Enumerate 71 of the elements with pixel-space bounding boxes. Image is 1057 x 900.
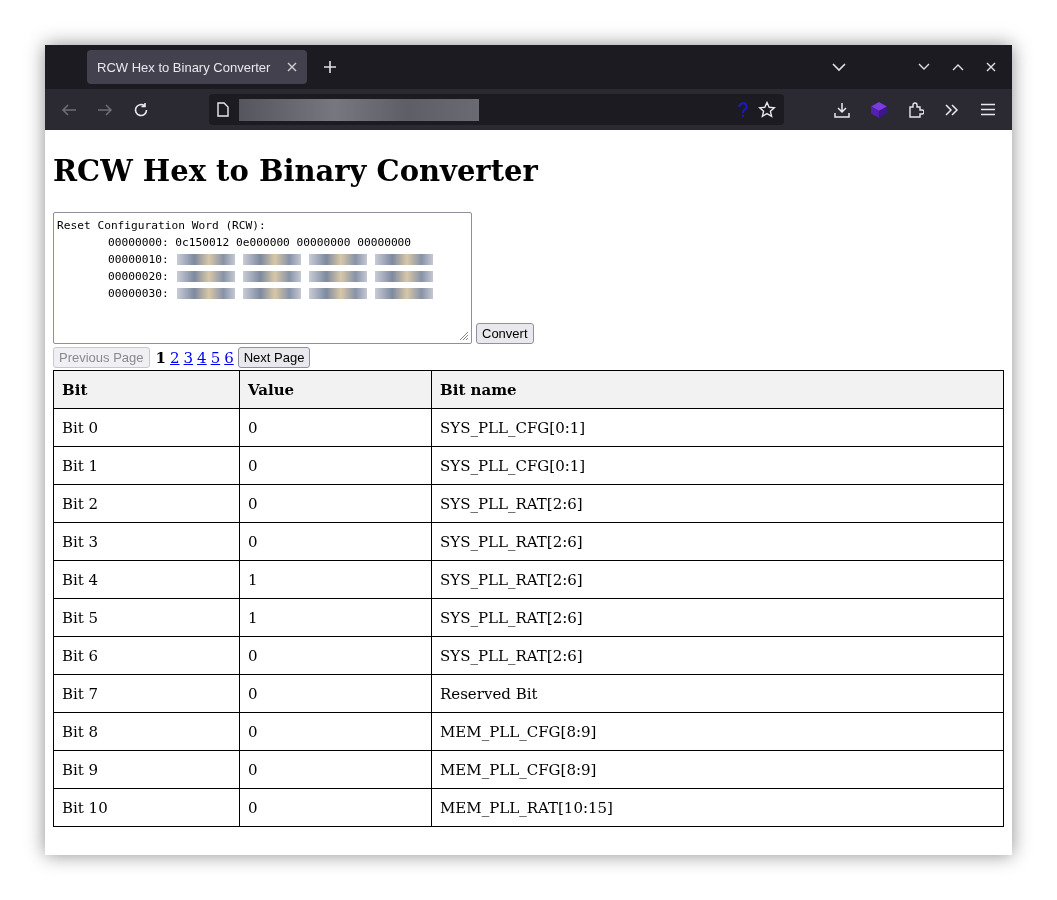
table-cell: MEM_PLL_CFG[8:9] bbox=[431, 712, 1004, 751]
text-line: Reset Configuration Word (RCW): bbox=[57, 218, 266, 234]
overflow-icon[interactable] bbox=[944, 102, 960, 117]
rcw-input-field[interactable]: Reset Configuration Word (RCW): 00000000: 0c150012 0e000000 00000000 00000000 00000010: 00000020: 00000030: bbox=[53, 212, 472, 344]
page-link[interactable]: 5 bbox=[210, 348, 221, 367]
star-icon[interactable] bbox=[758, 100, 776, 119]
table-cell: 0 bbox=[239, 522, 432, 561]
text-line: 00000000: 0c150012 0e000000 00000000 00000000 bbox=[108, 235, 412, 251]
page-heading: RCW Hex to Binary Converter bbox=[53, 154, 539, 188]
table-cell: Bit 9 bbox=[53, 750, 240, 789]
chevron-down-icon[interactable] bbox=[832, 62, 846, 72]
close-icon[interactable] bbox=[986, 62, 996, 72]
table-cell: Bit 8 bbox=[53, 712, 240, 751]
table-cell: Bit 4 bbox=[53, 560, 240, 599]
current-page: 1 bbox=[155, 348, 166, 367]
cube-icon[interactable] bbox=[870, 100, 888, 119]
page-link[interactable]: 2 bbox=[170, 348, 180, 367]
minimize-icon[interactable] bbox=[918, 63, 930, 71]
table-cell: 0 bbox=[239, 408, 432, 447]
convert-button[interactable]: Convert bbox=[476, 323, 534, 344]
page-icon bbox=[217, 102, 229, 117]
table-cell: SYS_PLL_RAT[2:6] bbox=[431, 484, 1004, 523]
table-cell: 1 bbox=[239, 598, 432, 637]
table-cell: Bit 7 bbox=[53, 674, 240, 713]
table-cell: 0 bbox=[239, 750, 432, 789]
text-line: 00000010: bbox=[108, 252, 169, 268]
menu-icon[interactable] bbox=[980, 103, 996, 116]
maximize-icon[interactable] bbox=[952, 63, 964, 71]
table-cell: Bit 3 bbox=[53, 522, 240, 561]
back-icon[interactable] bbox=[61, 102, 77, 117]
page-link[interactable]: 3 bbox=[183, 348, 194, 367]
text-line: 00000030: bbox=[108, 286, 169, 302]
table-cell: Reserved Bit bbox=[431, 674, 1004, 713]
table-cell: SYS_PLL_RAT[2:6] bbox=[431, 560, 1004, 599]
table-cell: 0 bbox=[239, 446, 432, 485]
page-link[interactable]: 4 bbox=[197, 348, 207, 367]
resize-grip-icon[interactable] bbox=[459, 331, 469, 341]
next-page-button[interactable]: Next Page bbox=[237, 347, 311, 368]
table-cell: SYS_PLL_CFG[0:1] bbox=[431, 446, 1004, 485]
table-cell: Bit 6 bbox=[53, 636, 240, 675]
table-cell: 0 bbox=[239, 636, 432, 675]
new-tab-icon[interactable] bbox=[323, 60, 337, 74]
table-cell: Bit 2 bbox=[53, 484, 240, 523]
browser-tab[interactable]: RCW Hex to Binary Converter bbox=[87, 50, 307, 84]
page-link[interactable]: 6 bbox=[224, 348, 234, 367]
table-cell: SYS_PLL_RAT[2:6] bbox=[431, 598, 1004, 637]
question-icon bbox=[738, 101, 748, 118]
table-cell: 0 bbox=[239, 712, 432, 751]
column-header: Bit name bbox=[431, 370, 1004, 409]
reload-icon[interactable] bbox=[133, 101, 149, 118]
column-header: Value bbox=[239, 370, 432, 409]
table-cell: MEM_PLL_RAT[10:15] bbox=[431, 788, 1004, 827]
table-cell: SYS_PLL_RAT[2:6] bbox=[431, 522, 1004, 561]
table-cell: Bit 0 bbox=[53, 408, 240, 447]
forward-icon[interactable] bbox=[97, 102, 113, 117]
download-icon[interactable] bbox=[834, 101, 850, 118]
column-header: Bit bbox=[53, 370, 240, 409]
puzzle-icon[interactable] bbox=[908, 101, 924, 118]
table-cell: 0 bbox=[239, 788, 432, 827]
table-cell: Bit 1 bbox=[53, 446, 240, 485]
table-cell: SYS_PLL_RAT[2:6] bbox=[431, 636, 1004, 675]
table-cell: Bit 10 bbox=[53, 788, 240, 827]
table-cell: SYS_PLL_CFG[0:1] bbox=[431, 408, 1004, 447]
text-line: 00000020: bbox=[108, 269, 169, 285]
address-bar[interactable] bbox=[209, 94, 784, 125]
table-cell: Bit 5 bbox=[53, 598, 240, 637]
table-cell: MEM_PLL_CFG[8:9] bbox=[431, 750, 1004, 789]
table-cell: 1 bbox=[239, 560, 432, 599]
close-icon[interactable] bbox=[287, 62, 297, 72]
table-cell: 0 bbox=[239, 674, 432, 713]
table-cell: 0 bbox=[239, 484, 432, 523]
